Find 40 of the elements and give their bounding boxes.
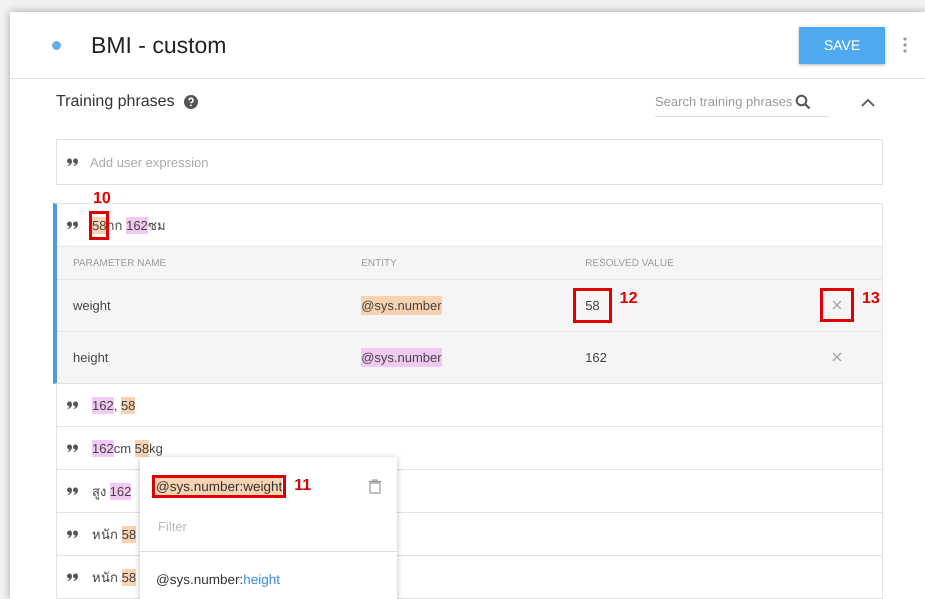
training-phrase[interactable]: สูง 162 [92,480,132,502]
help-icon[interactable] [184,95,198,109]
quote-icon [67,487,78,495]
resolved-value[interactable]: 58 [585,298,600,313]
column-header: RESOLVED VALUE [585,246,832,280]
training-phrase[interactable]: 162cm 58kg [92,440,163,456]
section-title: Training phrases [56,93,175,111]
remove-icon[interactable] [832,352,842,362]
quote-icon [67,573,78,581]
remove-icon[interactable] [832,300,842,310]
training-phrase[interactable]: หนัก 58 [92,524,136,544]
column-header: ENTITY [361,246,586,280]
column-header: PARAMETER NAME [57,246,362,280]
entity-name[interactable]: @sys.number [361,296,442,315]
callout-box [820,288,854,322]
callout-number: 13 [862,290,880,308]
search-icon[interactable] [795,94,811,110]
delete-icon[interactable] [369,478,381,494]
callout-number: 10 [93,190,111,208]
status-dot [52,40,61,50]
training-phrase[interactable]: หนัก 58 [92,566,136,588]
quote-icon [67,221,78,229]
callout-box [573,288,612,323]
parameter-name: height [57,332,362,383]
intent-title: BMI - custom [91,32,228,58]
more-icon[interactable] [903,37,907,53]
entity-name[interactable]: @sys.number [361,348,442,367]
parameter-name: weight [57,280,362,332]
resolved-value[interactable]: 162 [585,350,607,365]
search-field[interactable]: Search training phrases [655,88,829,116]
quote-icon [67,401,78,409]
callout-number: 12 [620,290,638,308]
parameter-option[interactable]: @sys.number:height [156,572,381,587]
collapse-icon[interactable] [861,98,875,106]
callout-box [89,210,110,240]
add-expression-field[interactable]: Add user expression [56,139,883,185]
quote-icon [67,158,78,166]
callout-number: 11 [294,476,312,494]
quote-icon [67,444,78,452]
quote-icon [67,530,78,538]
